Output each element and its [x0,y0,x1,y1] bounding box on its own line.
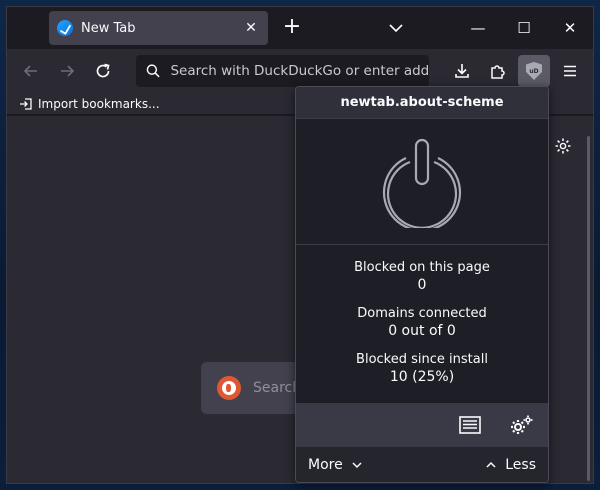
app-menu-button[interactable] [556,57,584,85]
chevron-down-icon [389,24,403,33]
downloads-button[interactable] [448,57,476,85]
new-tab-button[interactable]: + [279,15,305,41]
ublock-origin-button[interactable]: uD [518,55,550,87]
back-button[interactable] [17,57,45,85]
more-label: More [308,457,343,473]
reload-button[interactable] [89,57,117,85]
stat-value: 0 out of 0 [388,323,456,339]
import-bookmarks-link[interactable]: Import bookmarks... [38,97,160,111]
url-placeholder: Search with DuckDuckGo or enter address [170,63,429,79]
stats-panel: Blocked on this page 0 Domains connected… [296,245,548,403]
logger-button[interactable] [458,413,482,437]
list-icon [459,416,481,434]
gear-icon [555,138,571,154]
more-less-row: More Less [296,447,548,482]
duckduckgo-logo-icon [217,376,241,400]
ublock-popup-panel: newtab.about-scheme Blocked on this page… [295,86,549,483]
popup-tools-row [296,403,548,447]
more-button[interactable]: More [308,457,371,473]
stat-value: 0 [417,277,427,293]
stat-label: Blocked since install [356,352,488,367]
arrow-right-icon [61,65,75,77]
chevron-up-icon [486,461,496,468]
import-icon [20,97,32,110]
close-window-button[interactable]: ✕ [547,7,593,49]
forward-button[interactable] [53,57,81,85]
url-bar[interactable]: Search with DuckDuckGo or enter address [136,55,429,87]
list-all-tabs-button[interactable] [385,17,407,39]
tab-new-tab[interactable]: New Tab ✕ [49,11,268,45]
page-settings-button[interactable] [553,136,573,156]
minimize-button[interactable]: — [455,7,501,49]
chevron-down-icon [352,462,362,469]
puzzle-icon [491,65,505,79]
page-scrollbar[interactable] [587,136,590,481]
power-icon[interactable] [376,136,468,228]
stat-label: Blocked on this page [354,260,490,275]
window-controls: — ☐ ✕ [455,7,593,49]
tab-close-icon[interactable]: ✕ [242,20,260,36]
stat-value: 10 (25%) [389,369,455,385]
power-switch-area [296,119,548,245]
dashboard-button[interactable] [510,413,534,437]
arrow-left-icon [23,65,37,77]
hamburger-menu-icon [564,65,576,77]
less-label: Less [505,457,536,473]
popup-hostname: newtab.about-scheme [296,87,548,119]
tab-title: New Tab [81,20,136,36]
gears-icon [511,415,533,434]
page-search-placeholder: Search [253,380,302,396]
less-button[interactable]: Less [477,457,536,473]
reload-icon [96,63,110,78]
ublock-shield-icon: uD [526,62,542,80]
extensions-button[interactable] [484,57,512,85]
title-bar: New Tab ✕ + — ☐ ✕ [7,7,593,49]
search-icon [146,64,160,78]
stat-label: Domains connected [357,306,487,321]
download-icon [455,64,469,78]
firefox-favicon-icon [57,20,73,36]
maximize-button[interactable]: ☐ [501,7,547,49]
